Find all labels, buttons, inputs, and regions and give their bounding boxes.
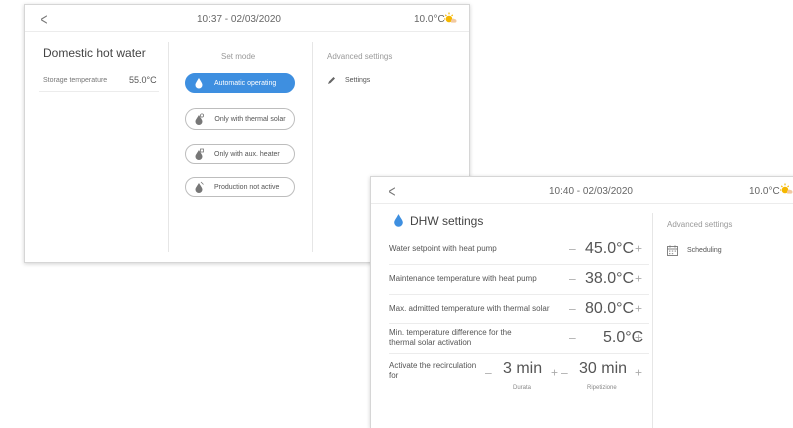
setting-row: Max. admitted temperature with thermal s… bbox=[389, 295, 649, 323]
heater-drop-icon bbox=[195, 148, 204, 160]
settings-label: Settings bbox=[345, 77, 371, 84]
pencil-icon bbox=[328, 77, 335, 84]
sun-icon bbox=[780, 183, 793, 194]
outdoor-temperature: 10.0°C bbox=[749, 186, 780, 197]
mode-label: Only with thermal solar bbox=[214, 115, 286, 123]
storage-row-divider bbox=[39, 91, 159, 92]
decrease-button[interactable]: – bbox=[569, 330, 576, 344]
recirculation-label: Activate the recirculation for bbox=[389, 361, 477, 380]
duration-value: 3 min bbox=[503, 360, 543, 377]
top-bar-divider bbox=[25, 31, 469, 32]
mode-aux-heater-button[interactable]: Only with aux. heater bbox=[185, 144, 295, 164]
scheduling-link[interactable]: Scheduling bbox=[667, 245, 722, 256]
top-bar-divider bbox=[371, 203, 793, 204]
column-divider bbox=[168, 42, 169, 252]
mode-automatic-button[interactable]: Automatic operating bbox=[185, 73, 295, 93]
recirculation-row: Activate the recirculation for – 3 min D… bbox=[389, 357, 649, 397]
mode-not-active-button[interactable]: Production not active bbox=[185, 177, 295, 197]
decrease-button[interactable]: – bbox=[569, 301, 576, 315]
setting-row: Maintenance temperature with heat pump –… bbox=[389, 265, 649, 293]
column-divider bbox=[312, 42, 313, 252]
setting-value: 45.0°C bbox=[585, 240, 635, 257]
setting-row: Water setpoint with heat pump – 45.0°C + bbox=[389, 235, 649, 263]
increase-button[interactable]: + bbox=[635, 271, 642, 285]
advanced-settings-title: Advanced settings bbox=[327, 52, 393, 61]
setting-value: 80.0°C bbox=[585, 300, 635, 317]
chevron-left-icon[interactable]: < bbox=[40, 11, 47, 28]
set-mode-title: Set mode bbox=[221, 52, 256, 61]
row-divider bbox=[389, 353, 649, 354]
repeat-caption: Ripetizione bbox=[587, 385, 617, 391]
settings-link[interactable]: Settings bbox=[327, 76, 370, 85]
setting-row: Min. temperature difference for the ther… bbox=[389, 323, 649, 353]
top-bar: < 10:40 - 02/03/2020 10.0°C bbox=[371, 177, 793, 203]
setting-label: Water setpoint with heat pump bbox=[389, 244, 497, 253]
setting-value: 38.0°C bbox=[585, 270, 635, 287]
setting-label: Maintenance temperature with heat pump bbox=[389, 274, 537, 283]
mode-thermal-solar-button[interactable]: Only with thermal solar bbox=[185, 108, 295, 130]
storage-temperature-value: 55.0°C bbox=[129, 75, 157, 85]
increase-button[interactable]: + bbox=[635, 241, 642, 255]
chevron-left-icon[interactable]: < bbox=[388, 183, 395, 200]
repeat-value: 30 min bbox=[579, 360, 628, 377]
advanced-settings-title: Advanced settings bbox=[667, 220, 733, 229]
storage-temperature-label: Storage temperature bbox=[43, 77, 108, 84]
duration-decrease-button[interactable]: – bbox=[485, 365, 492, 379]
sun-icon bbox=[444, 12, 457, 23]
increase-button[interactable]: + bbox=[635, 330, 642, 344]
column-divider bbox=[652, 213, 653, 428]
duration-caption: Durata bbox=[513, 385, 532, 391]
clock-datetime: 10:37 - 02/03/2020 bbox=[197, 14, 281, 25]
dhw-settings-screen: < 10:40 - 02/03/2020 10.0°C DHW settings… bbox=[370, 176, 793, 428]
clock-datetime: 10:40 - 02/03/2020 bbox=[549, 186, 633, 197]
solar-drop-icon bbox=[195, 113, 204, 125]
increase-button[interactable]: + bbox=[635, 301, 642, 315]
mode-label: Only with aux. heater bbox=[214, 150, 280, 158]
setting-label: Max. admitted temperature with thermal s… bbox=[389, 304, 550, 313]
page-title: DHW settings bbox=[410, 214, 484, 228]
top-bar: < 10:37 - 02/03/2020 10.0°C bbox=[25, 5, 469, 31]
mode-label: Automatic operating bbox=[214, 79, 277, 87]
duration-increase-button[interactable]: + bbox=[551, 365, 558, 379]
section-title: Domestic hot water bbox=[43, 46, 146, 60]
calendar-icon bbox=[667, 245, 678, 256]
decrease-button[interactable]: – bbox=[569, 271, 576, 285]
inactive-drop-icon bbox=[195, 181, 204, 193]
repeat-increase-button[interactable]: + bbox=[635, 365, 642, 379]
mode-label: Production not active bbox=[214, 183, 280, 191]
setting-label: Min. temperature difference for the ther… bbox=[389, 328, 512, 347]
water-drop-icon bbox=[195, 78, 203, 89]
water-drop-icon bbox=[394, 214, 403, 227]
repeat-decrease-button[interactable]: – bbox=[561, 365, 568, 379]
decrease-button[interactable]: – bbox=[569, 241, 576, 255]
outdoor-temperature: 10.0°C bbox=[414, 14, 445, 25]
scheduling-label: Scheduling bbox=[687, 247, 722, 254]
